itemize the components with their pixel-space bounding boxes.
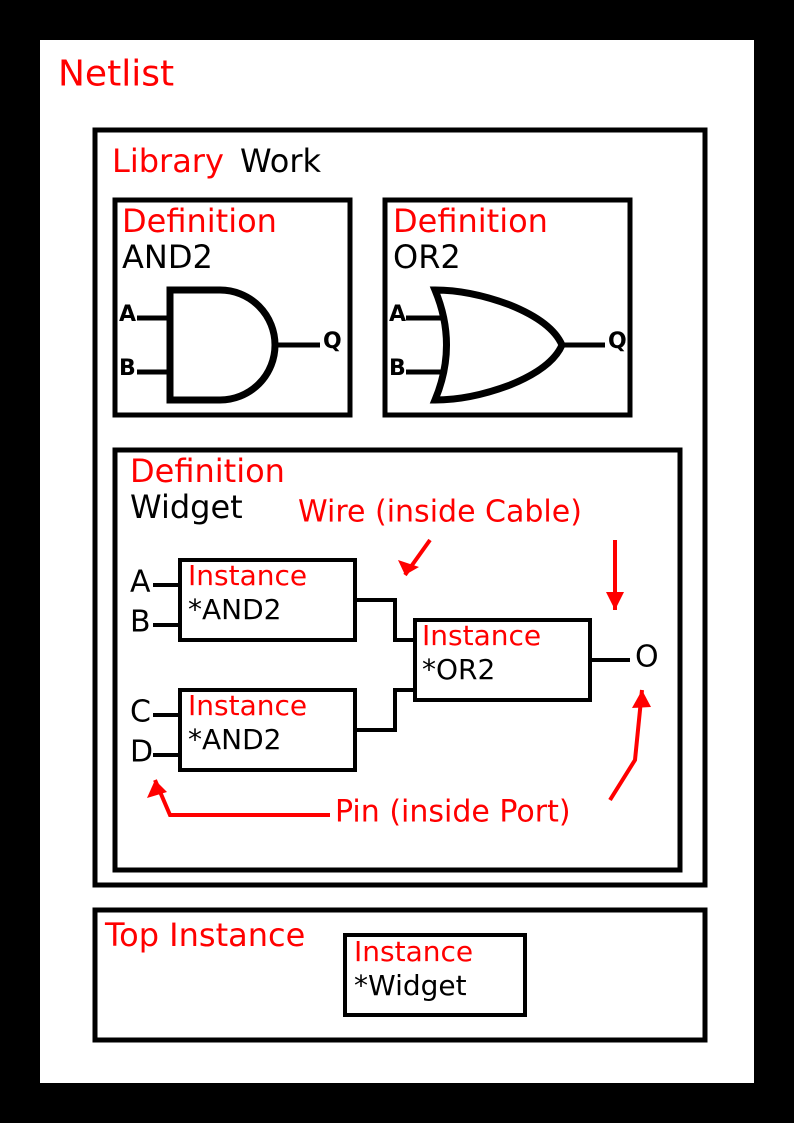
port-b: B [130,605,151,640]
arrow-icon [147,780,330,815]
library-label: Library [112,142,224,180]
instance-ref: *AND2 [188,723,281,756]
definition-label: Definition [130,452,285,490]
pin-label: Pin (inside Port) [335,795,571,830]
instance-and2-1: Instance *AND2 [180,559,355,640]
instance-widget: Instance *Widget [345,935,525,1015]
instance-label: Instance [422,619,541,652]
port-a: A [130,565,151,600]
port-d: D [130,735,153,770]
pin-a: A [389,302,406,327]
or-gate-icon: A B Q [389,290,627,400]
instance-and2-2: Instance *AND2 [180,689,355,770]
definition-and2-box: Definition AND2 A B Q [115,200,350,415]
instance-label: Instance [188,689,307,722]
definition-label: Definition [393,202,548,240]
definition-name: OR2 [393,238,461,276]
instance-label: Instance [354,935,473,968]
definition-widget-box: Definition Widget Wire (inside Cable) A … [115,450,680,870]
pin-b: B [119,356,136,381]
pin-q: Q [608,329,627,354]
top-instance-label: Top Instance [104,916,305,954]
wire-label: Wire (inside Cable) [298,495,582,530]
instance-label: Instance [188,559,307,592]
instance-ref: *Widget [354,969,467,1002]
arrow-icon [610,690,651,800]
definition-name: Widget [130,488,243,526]
pin-b: B [389,356,406,381]
pin-a: A [119,302,136,327]
definition-label: Definition [122,202,277,240]
and-gate-icon: A B Q [119,290,342,400]
instance-or2: Instance *OR2 [415,619,590,700]
port-o: O [635,640,659,675]
library-name: Work [240,142,322,180]
netlist-diagram: Netlist Library Work Definition AND2 A B… [40,40,754,1083]
pin-q: Q [323,329,342,354]
definition-name: AND2 [122,238,213,276]
top-instance-box: Top Instance Instance *Widget [95,910,705,1040]
arrow-icon [606,540,624,610]
definition-or2-box: Definition OR2 A B Q [385,200,630,415]
instance-ref: *OR2 [422,653,495,686]
port-c: C [130,695,151,730]
arrow-icon [398,540,430,575]
netlist-title: Netlist [58,54,174,95]
instance-ref: *AND2 [188,593,281,626]
